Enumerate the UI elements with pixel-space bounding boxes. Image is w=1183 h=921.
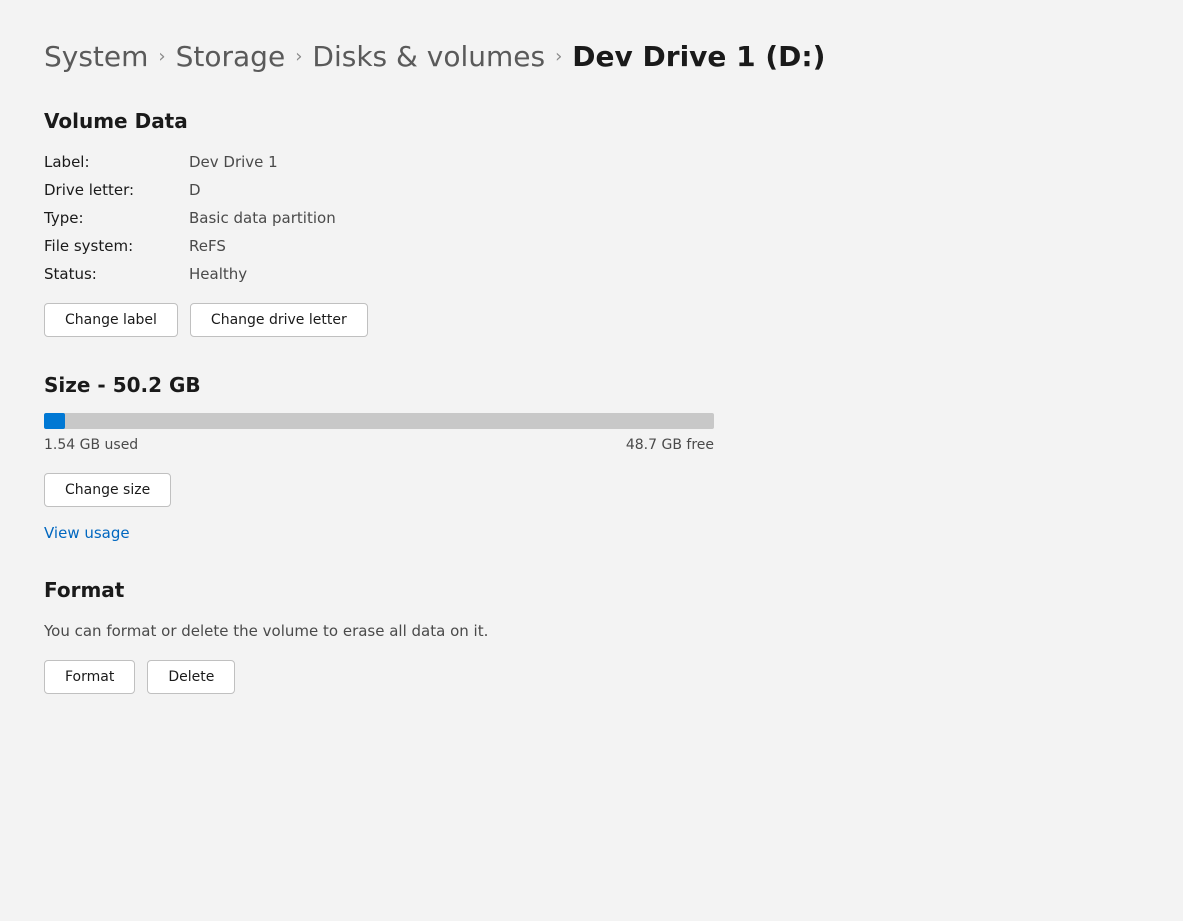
size-title: Size - 50.2 GB bbox=[44, 373, 1139, 397]
storage-used-fill bbox=[44, 413, 65, 429]
label-row: Label: Dev Drive 1 bbox=[44, 153, 1139, 171]
change-label-button[interactable]: Change label bbox=[44, 303, 178, 337]
format-section: Format You can format or delete the volu… bbox=[44, 578, 1139, 694]
view-usage-link[interactable]: View usage bbox=[44, 524, 130, 542]
breadcrumb-separator-1: › bbox=[158, 46, 165, 67]
status-key: Status: bbox=[44, 265, 189, 283]
view-usage-container: View usage bbox=[44, 523, 1139, 542]
status-value: Healthy bbox=[189, 265, 247, 283]
breadcrumb-current: Dev Drive 1 (D:) bbox=[572, 40, 825, 73]
breadcrumb-disks-volumes[interactable]: Disks & volumes bbox=[312, 40, 545, 73]
free-label: 48.7 GB free bbox=[626, 437, 714, 453]
drive-letter-row: Drive letter: D bbox=[44, 181, 1139, 199]
volume-data-title: Volume Data bbox=[44, 109, 1139, 133]
format-title: Format bbox=[44, 578, 1139, 602]
size-button-group: Change size bbox=[44, 473, 1139, 507]
breadcrumb: System › Storage › Disks & volumes › Dev… bbox=[44, 40, 1139, 73]
status-row: Status: Healthy bbox=[44, 265, 1139, 283]
storage-progress-bar bbox=[44, 413, 714, 429]
volume-data-section: Volume Data Label: Dev Drive 1 Drive let… bbox=[44, 109, 1139, 337]
volume-button-group: Change label Change drive letter bbox=[44, 303, 1139, 337]
used-label: 1.54 GB used bbox=[44, 437, 138, 453]
drive-letter-value: D bbox=[189, 181, 201, 199]
format-description: You can format or delete the volume to e… bbox=[44, 622, 1139, 640]
drive-letter-key: Drive letter: bbox=[44, 181, 189, 199]
type-row: Type: Basic data partition bbox=[44, 209, 1139, 227]
breadcrumb-separator-2: › bbox=[295, 46, 302, 67]
change-drive-letter-button[interactable]: Change drive letter bbox=[190, 303, 368, 337]
file-system-key: File system: bbox=[44, 237, 189, 255]
type-key: Type: bbox=[44, 209, 189, 227]
breadcrumb-separator-3: › bbox=[555, 46, 562, 67]
file-system-value: ReFS bbox=[189, 237, 226, 255]
type-value: Basic data partition bbox=[189, 209, 336, 227]
label-value: Dev Drive 1 bbox=[189, 153, 278, 171]
label-key: Label: bbox=[44, 153, 189, 171]
format-button-group: Format Delete bbox=[44, 660, 1139, 694]
change-size-button[interactable]: Change size bbox=[44, 473, 171, 507]
breadcrumb-system[interactable]: System bbox=[44, 40, 148, 73]
storage-labels: 1.54 GB used 48.7 GB free bbox=[44, 437, 714, 453]
file-system-row: File system: ReFS bbox=[44, 237, 1139, 255]
delete-button[interactable]: Delete bbox=[147, 660, 235, 694]
size-section: Size - 50.2 GB 1.54 GB used 48.7 GB free… bbox=[44, 373, 1139, 542]
breadcrumb-storage[interactable]: Storage bbox=[176, 40, 286, 73]
format-button[interactable]: Format bbox=[44, 660, 135, 694]
